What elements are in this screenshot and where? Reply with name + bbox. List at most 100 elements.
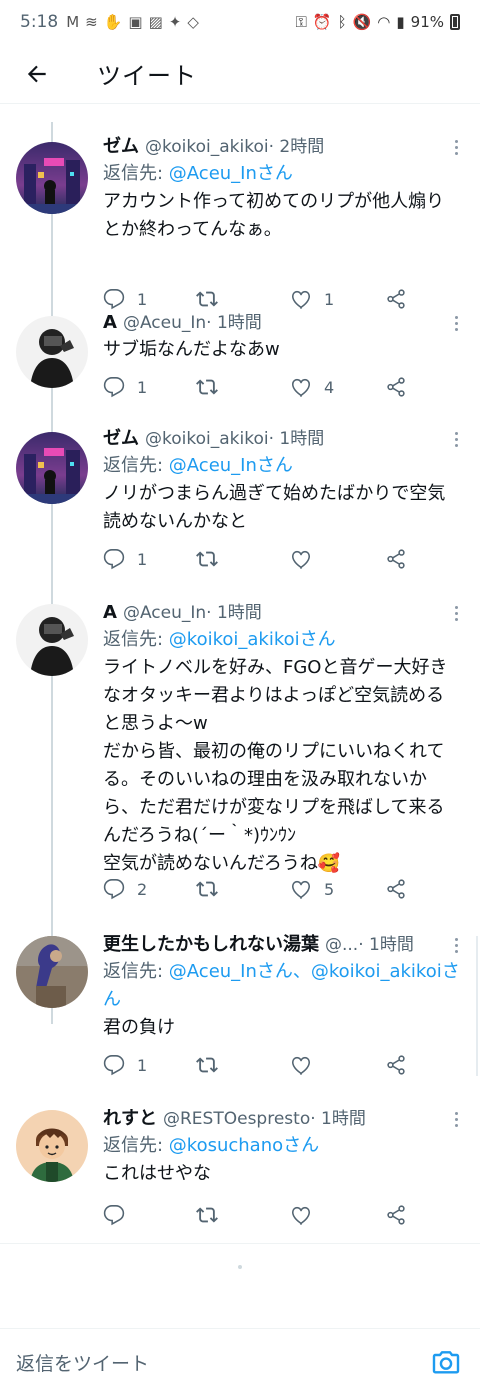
more-options-icon[interactable] <box>448 310 464 331</box>
reply-mentions[interactable]: @koikoi_akikoiさん <box>169 629 336 650</box>
tweet-actions: 1 4 <box>103 376 411 404</box>
display-name[interactable]: れすと <box>103 1106 157 1132</box>
battery-percent: 91% <box>410 13 444 31</box>
back-button[interactable] <box>17 54 57 94</box>
share-button[interactable] <box>385 548 407 570</box>
more-options-icon[interactable] <box>448 1106 464 1127</box>
display-name[interactable]: ゼム <box>103 426 139 452</box>
display-name[interactable]: A <box>103 310 117 336</box>
like-count: 4 <box>324 377 335 397</box>
avatar[interactable] <box>16 142 88 214</box>
reply-icon <box>103 1204 125 1226</box>
avatar[interactable] <box>16 432 88 504</box>
reply-mentions[interactable]: @kosuchanoさん <box>169 1135 319 1156</box>
reply-composer[interactable]: 返信をツイート <box>0 1328 480 1396</box>
user-handle: @... <box>325 935 359 955</box>
heart-icon <box>290 1054 312 1076</box>
avatar[interactable] <box>16 604 88 676</box>
reply-input[interactable]: 返信をツイート <box>16 1349 430 1376</box>
retweet-button[interactable] <box>196 376 230 398</box>
camera-icon[interactable] <box>430 1347 462 1379</box>
share-icon <box>385 288 407 310</box>
reply-button[interactable] <box>103 1204 137 1226</box>
wifi-icon: ◠ <box>377 13 391 31</box>
tweet-time[interactable]: · 1時間 <box>206 310 262 336</box>
like-count: 1 <box>324 289 335 309</box>
share-icon <box>385 1204 407 1226</box>
tweet-time[interactable]: · 1時間 <box>269 426 325 452</box>
avatar[interactable] <box>16 1110 88 1182</box>
loading-dot <box>238 1265 242 1269</box>
reply-icon <box>103 376 125 398</box>
reply-button[interactable]: 1 <box>103 288 147 310</box>
reply-button[interactable]: 1 <box>103 548 147 570</box>
user-handle: @koikoi_akikoi <box>145 429 269 449</box>
like-button[interactable]: 5 <box>290 878 334 900</box>
tweet-text: サブ垢なんだよなあw <box>103 339 280 360</box>
reply-count: 1 <box>137 289 148 309</box>
share-button[interactable] <box>385 1204 407 1226</box>
more-options-icon[interactable] <box>448 426 464 447</box>
scrollbar[interactable] <box>476 936 478 1076</box>
gmail-icon: M <box>66 13 80 31</box>
thread-connector-line <box>51 122 53 1024</box>
share-button[interactable] <box>385 1054 407 1076</box>
display-name[interactable]: 更生したかもしれない湯葉 <box>103 932 319 958</box>
reply-button[interactable]: 2 <box>103 878 147 900</box>
retweet-button[interactable] <box>196 1054 230 1076</box>
reply-context: 返信先: @koikoi_akikoiさん <box>103 626 460 654</box>
retweet-button[interactable] <box>196 1204 230 1226</box>
retweet-button[interactable] <box>196 878 230 900</box>
user-handle: @Aceu_In <box>122 313 207 333</box>
key-icon: ⚿ <box>295 13 307 31</box>
tweet-header: ゼム @koikoi_akikoi · 1時間 <box>103 426 460 452</box>
display-name[interactable]: A <box>103 600 117 626</box>
reply-context: 返信先: @Aceu_Inさん <box>103 160 460 188</box>
reply-icon <box>103 878 125 900</box>
app-icon: ▣ <box>128 13 143 31</box>
display-name[interactable]: ゼム <box>103 134 139 160</box>
like-button[interactable] <box>290 548 324 570</box>
heart-icon <box>290 288 312 310</box>
tweet-time[interactable]: · 1時間 <box>310 1106 366 1132</box>
shield-icon: ◇ <box>187 13 199 31</box>
heart-icon <box>290 878 312 900</box>
notification-icon: ≋ <box>85 13 98 31</box>
reply-mentions[interactable]: @Aceu_Inさん <box>169 163 293 184</box>
retweet-button[interactable] <box>196 548 230 570</box>
more-options-icon[interactable] <box>448 932 464 953</box>
tweet-time[interactable]: · 1時間 <box>206 600 262 626</box>
share-icon <box>385 548 407 570</box>
share-button[interactable] <box>385 878 407 900</box>
reply-mentions[interactable]: @Aceu_Inさん <box>169 455 293 476</box>
share-button[interactable] <box>385 376 407 398</box>
reply-context: 返信先: @kosuchanoさん <box>103 1132 460 1160</box>
reply-icon <box>103 548 125 570</box>
tweet-header: ゼム @koikoi_akikoi · 2時間 <box>103 134 460 160</box>
like-button[interactable] <box>290 1054 324 1076</box>
like-button[interactable] <box>290 1204 324 1226</box>
avatar[interactable] <box>16 316 88 388</box>
retweet-icon <box>196 548 218 570</box>
reply-button[interactable]: 1 <box>103 1054 147 1076</box>
share-button[interactable] <box>385 288 407 310</box>
more-options-icon[interactable] <box>448 134 464 155</box>
reply-prefix: 返信先: <box>103 1135 169 1156</box>
more-options-icon[interactable] <box>448 600 464 621</box>
tweet-actions: 1 <box>103 548 411 576</box>
status-time: 5:18 <box>20 12 59 32</box>
like-button[interactable]: 1 <box>290 288 334 310</box>
like-button[interactable]: 4 <box>290 376 334 398</box>
tweet-time[interactable]: · 1時間 <box>358 932 414 958</box>
retweet-icon <box>196 878 218 900</box>
reply-count: 1 <box>137 549 148 569</box>
heart-icon <box>290 1204 312 1226</box>
user-handle: @RESTOespresto <box>163 1109 311 1129</box>
reply-button[interactable]: 1 <box>103 376 147 398</box>
tweet-actions: 2 5 <box>103 878 411 906</box>
reply-count: 1 <box>137 377 148 397</box>
tweet-time[interactable]: · 2時間 <box>269 134 325 160</box>
retweet-button[interactable] <box>196 288 230 310</box>
avatar[interactable] <box>16 936 88 1008</box>
reply-prefix: 返信先: <box>103 163 169 184</box>
